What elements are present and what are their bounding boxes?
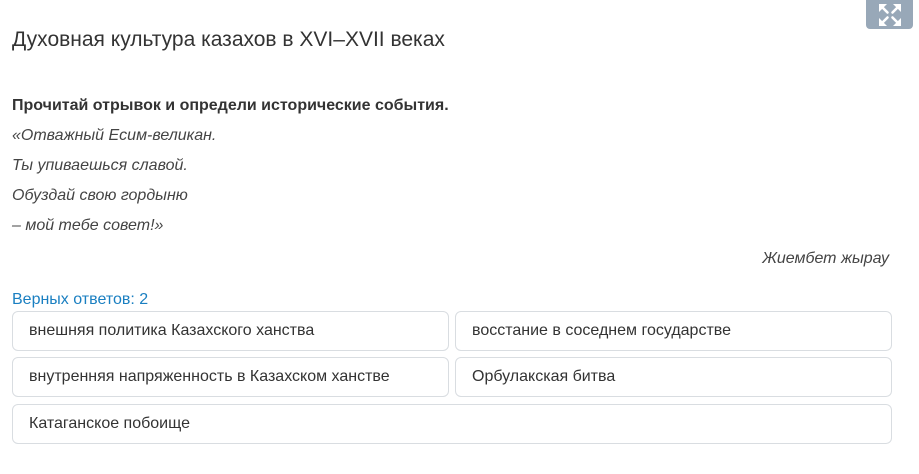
answer-option-label: Орбулакская битва — [472, 368, 616, 385]
question-instruction: Прочитай отрывок и определи исторические… — [12, 97, 449, 114]
expand-arrows-icon — [878, 3, 901, 26]
exercise-page: Духовная культура казахов в XVI–XVII век… — [0, 0, 919, 474]
answer-option-label: Катаганское побоище — [29, 415, 190, 432]
answer-option-foreign-policy[interactable]: внешняя политика Казахского ханства — [12, 311, 449, 351]
answer-option-orbulak-battle[interactable]: Орбулакская битва — [455, 357, 892, 397]
poem-line: – мой тебе совет!» — [12, 217, 164, 234]
poem-line: «Отважный Есим-великан. — [12, 127, 217, 144]
poem-line: Обуздай свою гордыню — [12, 187, 188, 204]
answer-option-katagan-massacre[interactable]: Катаганское побоище — [12, 404, 892, 444]
poem-author: Жиембет жырау — [762, 250, 889, 267]
answer-option-internal-tension[interactable]: внутренняя напряженность в Казахском хан… — [12, 357, 449, 397]
answer-option-label: восстание в соседнем государстве — [472, 322, 731, 339]
answer-option-uprising[interactable]: восстание в соседнем государстве — [455, 311, 892, 351]
answer-option-label: внутренняя напряженность в Казахском хан… — [29, 368, 390, 385]
correct-answers-count: Верных ответов: 2 — [12, 291, 149, 308]
page-title: Духовная культура казахов в XVI–XVII век… — [12, 28, 445, 51]
poem-line: Ты упиваешься славой. — [12, 157, 188, 174]
answer-option-label: внешняя политика Казахского ханства — [29, 322, 315, 339]
expand-button[interactable] — [866, 0, 913, 29]
